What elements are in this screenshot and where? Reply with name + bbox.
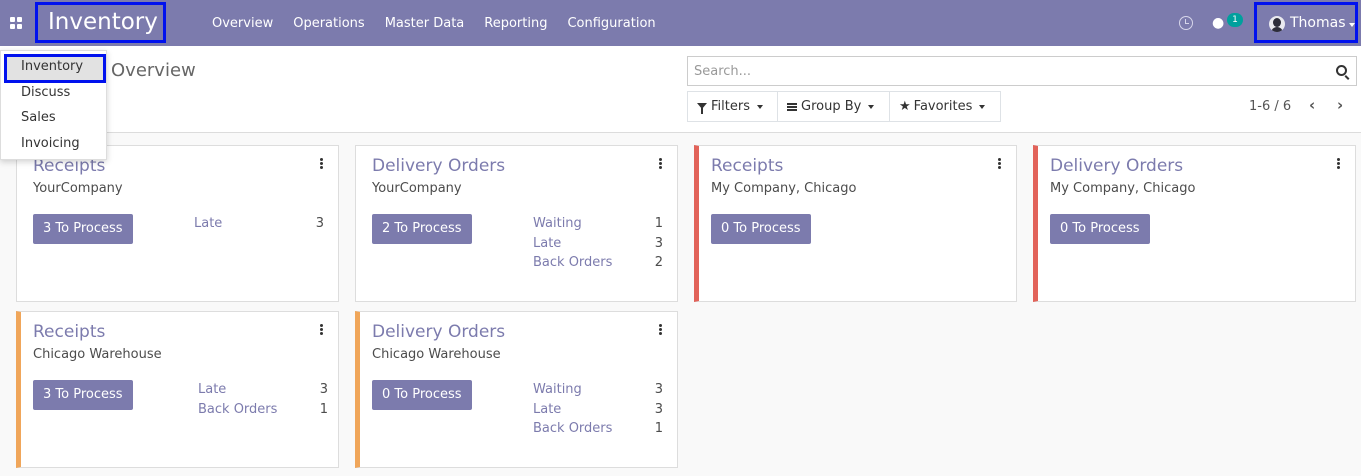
user-menu[interactable]: Thomas [1254,2,1358,43]
stat-label[interactable]: Waiting [533,216,582,231]
card-stats: Waiting 3 Late 3 Back Orders 1 [533,382,663,441]
avatar [1269,16,1285,32]
card-stats: Late 3 [194,216,324,236]
stat-label[interactable]: Late [533,236,561,251]
stat-value: 3 [654,382,663,397]
menu-configuration[interactable]: Configuration [557,0,665,46]
card-subtitle: YourCompany [33,181,123,196]
kebab-menu-icon[interactable] [659,324,662,335]
caret-down-icon [1349,23,1355,27]
card-title[interactable]: Receipts [33,322,105,342]
stat-value: 3 [319,382,328,397]
operation-card: Delivery Orders YourCompany 2 To Process… [355,145,678,302]
to-process-button[interactable]: 0 To Process [372,380,472,410]
card-subtitle: My Company, Chicago [1050,181,1196,196]
stat-label[interactable]: Back Orders [533,255,612,270]
to-process-button[interactable]: 3 To Process [33,214,133,244]
kebab-menu-icon[interactable] [998,158,1001,169]
caret-down-icon [756,104,763,109]
stat-row[interactable]: Late 3 [533,236,663,256]
card-subtitle: Chicago Warehouse [372,347,501,362]
chat-icon[interactable]: ● [1212,15,1224,31]
control-panel: Overview Filters Group By ★Favorites 1-6… [0,46,1361,133]
stat-row[interactable]: Late 3 [198,382,328,402]
chat-count-badge: 1 [1227,13,1243,27]
stat-label[interactable]: Late [198,382,226,397]
operation-card: Delivery Orders Chicago Warehouse 0 To P… [355,311,678,468]
card-subtitle: My Company, Chicago [711,181,857,196]
operation-card: Receipts Chicago Warehouse 3 To Process … [16,311,339,468]
dropdown-item-discuss[interactable]: Discuss [21,85,70,100]
card-stats: Late 3 Back Orders 1 [198,382,328,421]
activity-clock-icon[interactable] [1179,16,1193,30]
card-stats: Waiting 1 Late 3 Back Orders 2 [533,216,663,275]
search-icon[interactable] [1336,65,1347,76]
apps-menu-icon[interactable] [10,17,23,29]
to-process-button[interactable]: 0 To Process [1050,214,1150,244]
kebab-menu-icon[interactable] [320,324,323,335]
stat-label[interactable]: Back Orders [533,421,612,436]
stat-label[interactable]: Late [194,216,222,231]
kebab-menu-icon[interactable] [320,158,323,169]
menu-overview[interactable]: Overview [202,0,283,46]
menu-operations[interactable]: Operations [283,0,374,46]
app-switcher-dropdown: Inventory Discuss Sales Invoicing [0,50,107,160]
stat-row[interactable]: Late 3 [194,216,324,236]
stat-row[interactable]: Late 3 [533,402,663,422]
card-subtitle: Chicago Warehouse [33,347,162,362]
to-process-button[interactable]: 0 To Process [711,214,811,244]
bars-icon [787,102,797,111]
menu-reporting[interactable]: Reporting [474,0,557,46]
stat-label[interactable]: Back Orders [198,402,277,417]
stat-label[interactable]: Waiting [533,382,582,397]
star-icon: ★ [899,99,911,114]
favorites-button[interactable]: ★ Favorites [889,91,1001,122]
to-process-button[interactable]: 3 To Process [33,380,133,410]
stat-value: 1 [654,421,663,436]
main-navbar: Inventory Overview Operations Master Dat… [0,0,1361,46]
dropdown-item-invoicing[interactable]: Invoicing [21,136,80,151]
stat-value: 1 [319,401,328,417]
stat-row[interactable]: Back Orders 1 [198,402,328,422]
stat-label[interactable]: Late [533,402,561,417]
card-subtitle: YourCompany [372,181,462,196]
search-bar [687,56,1357,86]
pager-value[interactable]: 1-6 / 6 [1249,99,1291,114]
filter-icon [697,102,707,114]
menu-master-data[interactable]: Master Data [375,0,475,46]
stat-value: 1 [654,216,663,231]
pager-next-icon[interactable]: › [1337,96,1343,114]
search-input[interactable] [688,57,1308,85]
stat-row[interactable]: Back Orders 2 [533,255,663,275]
dropdown-item-inventory[interactable]: Inventory [21,59,83,74]
caret-down-icon [979,104,986,109]
stat-value: 3 [315,216,324,231]
stat-row[interactable]: Waiting 3 [533,382,663,402]
stat-value: 3 [654,401,663,417]
user-name: Thomas [1290,15,1346,31]
to-process-button[interactable]: 2 To Process [372,214,472,244]
breadcrumb: Overview [111,60,196,81]
operation-card: Receipts YourCompany 3 To Process Late 3 [16,145,339,302]
stat-row[interactable]: Back Orders 1 [533,421,663,441]
card-title[interactable]: Receipts [711,156,783,176]
top-menu: Overview Operations Master Data Reportin… [202,0,666,46]
pager-previous-icon[interactable]: ‹ [1309,96,1315,114]
stat-row[interactable]: Waiting 1 [533,216,663,236]
card-title[interactable]: Delivery Orders [372,322,505,342]
filters-button[interactable]: Filters [687,91,778,122]
operation-card: Receipts My Company, Chicago 0 To Proces… [694,145,1017,302]
card-title[interactable]: Delivery Orders [1050,156,1183,176]
card-title[interactable]: Delivery Orders [372,156,505,176]
stat-value: 3 [654,235,663,251]
caret-down-icon [868,104,875,109]
group-by-button[interactable]: Group By [777,91,890,122]
kebab-menu-icon[interactable] [659,158,662,169]
stat-value: 2 [654,255,663,270]
app-brand[interactable]: Inventory [35,2,166,43]
kebab-menu-icon[interactable] [1337,158,1340,169]
operation-card: Delivery Orders My Company, Chicago 0 To… [1033,145,1356,302]
dropdown-item-sales[interactable]: Sales [21,110,56,125]
